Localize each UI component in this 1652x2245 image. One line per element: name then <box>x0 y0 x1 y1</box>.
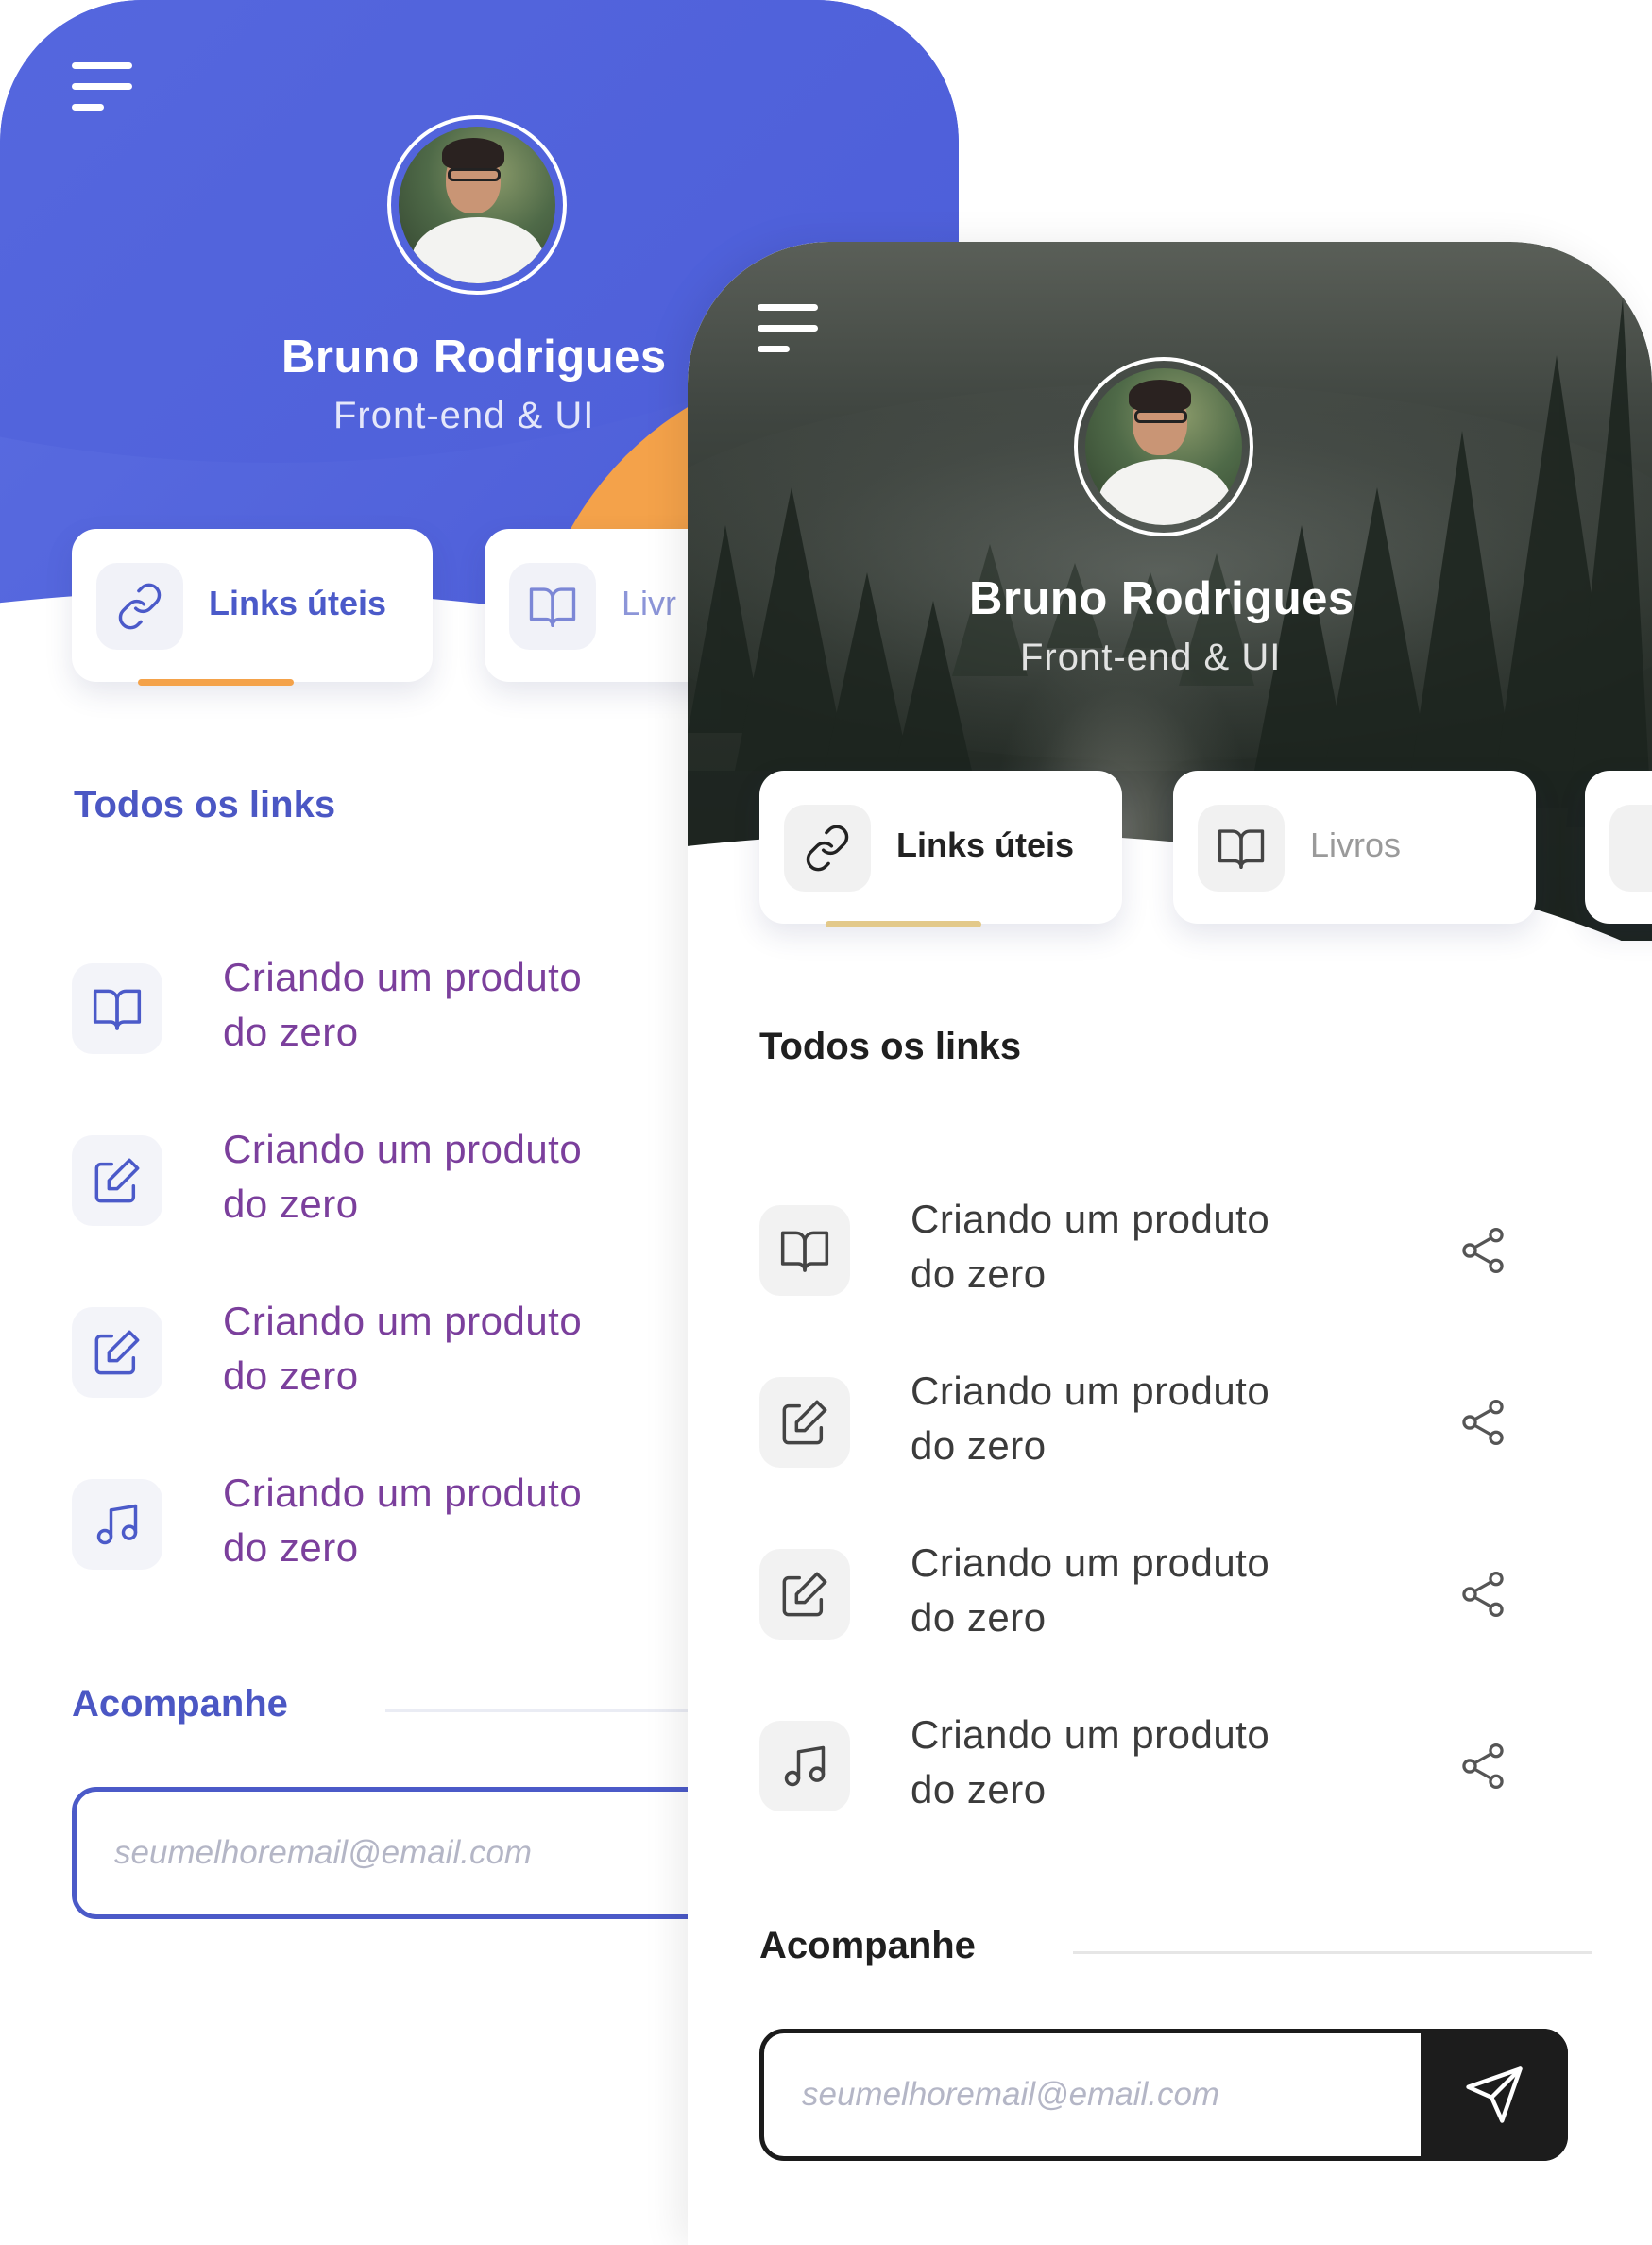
email-field-container <box>759 2029 1568 2161</box>
link-title: Criando um produto do zero <box>911 1369 1270 1468</box>
link-title: Criando um produto do zero <box>223 955 583 1054</box>
tab-more[interactable] <box>1585 771 1652 924</box>
book-icon <box>72 963 162 1054</box>
share-icon[interactable] <box>1456 1568 1509 1621</box>
link-title: Criando um produto do zero <box>911 1540 1270 1640</box>
profile-role: Front-end & UI <box>1020 637 1282 678</box>
share-icon[interactable] <box>1456 1740 1509 1793</box>
send-icon <box>1466 2066 1523 2123</box>
menu-icon[interactable] <box>758 304 820 353</box>
profile-name: Bruno Rodrigues <box>281 332 667 383</box>
tab-label: Livros <box>1310 825 1402 864</box>
share-icon[interactable] <box>1456 1224 1509 1277</box>
divider <box>1073 1951 1592 1954</box>
section-title: Todos os links <box>759 1026 1022 1067</box>
send-button[interactable] <box>1421 2029 1568 2161</box>
share-icon[interactable] <box>1456 1396 1509 1449</box>
book-icon <box>759 1205 850 1296</box>
active-tab-indicator <box>138 679 294 686</box>
email-field[interactable] <box>802 2033 1441 2156</box>
edit-icon <box>759 1377 850 1468</box>
tab-livros[interactable]: Livros <box>1173 771 1536 924</box>
avatar-photo <box>399 127 555 283</box>
more-tab-icon <box>1609 805 1652 892</box>
avatar <box>1074 357 1253 536</box>
list-item[interactable]: Criando um produto do zero <box>759 1532 1609 1664</box>
music-icon <box>759 1721 850 1811</box>
profile-role: Front-end & UI <box>333 395 595 436</box>
link-title: Criando um produto do zero <box>911 1197 1270 1296</box>
tab-label: Links úteis <box>209 584 387 622</box>
follow-title: Acompanhe <box>72 1683 288 1725</box>
list-item[interactable]: Criando um produto do zero <box>759 1188 1609 1320</box>
profile-name: Bruno Rodrigues <box>969 573 1354 624</box>
tab-links-uteis[interactable]: Links úteis <box>72 529 433 686</box>
edit-icon <box>72 1135 162 1226</box>
link-title: Criando um produto do zero <box>223 1127 583 1226</box>
follow-title: Acompanhe <box>759 1925 976 1966</box>
tab-links-uteis[interactable]: Links úteis <box>759 771 1122 927</box>
menu-icon[interactable] <box>72 62 134 111</box>
edit-icon <box>72 1307 162 1398</box>
book-icon <box>509 563 596 650</box>
dark-theme-screen: Bruno Rodrigues Front-end & UI Links úte… <box>688 242 1652 2245</box>
link-title: Criando um produto do zero <box>911 1712 1270 1811</box>
list-item[interactable]: Criando um produto do zero <box>759 1704 1609 1836</box>
avatar-photo <box>1085 368 1242 525</box>
tab-label: Livr <box>622 584 677 622</box>
section-title: Todos os links <box>74 784 336 825</box>
active-tab-indicator <box>826 921 981 927</box>
link-title: Criando um produto do zero <box>223 1299 583 1398</box>
tab-label: Links úteis <box>896 825 1075 864</box>
book-icon <box>1198 805 1285 892</box>
edit-icon <box>759 1549 850 1640</box>
avatar <box>387 115 567 295</box>
link-title: Criando um produto do zero <box>223 1471 583 1570</box>
list-item[interactable]: Criando um produto do zero <box>759 1360 1609 1492</box>
link-icon <box>784 805 871 892</box>
link-icon <box>96 563 183 650</box>
music-icon <box>72 1479 162 1570</box>
